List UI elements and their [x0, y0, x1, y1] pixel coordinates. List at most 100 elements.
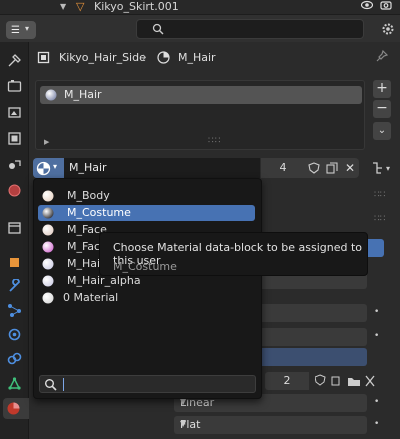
browse-material-menu: M_Body M_Costume M_Face M_Face M_Hair M_Hair_… [33, 178, 262, 399]
user-count[interactable]: 4 [261, 158, 305, 178]
tab-collection[interactable] [4, 217, 25, 238]
collection-icon [8, 222, 21, 234]
tool-icon [8, 54, 21, 67]
material-menu-item[interactable]: M_Body [38, 188, 255, 204]
view-layer-icon [8, 132, 21, 145]
material-menu-label: M_Body [67, 189, 110, 202]
pin-icon[interactable] [375, 49, 389, 63]
chevron-down-icon: ▾ [53, 162, 58, 171]
keyframe-dot-icon[interactable]: • [374, 331, 379, 341]
panel-grip-icon: ∷∷ [374, 190, 386, 200]
bg-dropdown[interactable] [259, 304, 367, 322]
search-icon [45, 379, 57, 391]
render-icon [7, 80, 22, 92]
properties-search-input[interactable] [136, 19, 364, 39]
material-menu-item[interactable]: M_Costume [38, 205, 255, 221]
wrench-icon [9, 279, 20, 292]
mesh-object-icon: ▽ [76, 0, 85, 13]
keyframe-dot-icon[interactable]: • [374, 397, 379, 407]
scene-icon [9, 160, 21, 169]
material-ball-icon [42, 241, 54, 253]
material-menu-label: M_Costume [67, 206, 131, 219]
breadcrumb: Kikyo_Hair_Side › M_Hair [29, 42, 400, 72]
unlink-material-button[interactable]: ✕ [341, 158, 359, 178]
expand-triangle-icon[interactable]: ▶ [44, 138, 49, 146]
slot-specials-button[interactable]: ⌄ [373, 122, 391, 140]
add-slot-button[interactable]: + [373, 80, 391, 98]
chevron-down-icon: ▾ [25, 24, 30, 33]
bg-highlighted-field[interactable] [259, 348, 367, 366]
material-menu-label: 0 Material [63, 291, 119, 304]
tab-output[interactable] [4, 102, 25, 123]
tab-particles[interactable] [4, 300, 25, 321]
svg-text:▾: ▾ [386, 164, 390, 173]
material-icon [7, 402, 20, 415]
tab-constraints[interactable] [4, 348, 25, 369]
shield-icon [308, 162, 320, 174]
duplicate-material-button[interactable] [323, 158, 341, 178]
tab-render[interactable] [4, 76, 25, 97]
material-icon [157, 51, 170, 64]
tab-world[interactable] [4, 180, 25, 201]
material-name-field[interactable]: M_Hair [64, 158, 260, 178]
particles-icon [8, 304, 21, 317]
tab-view-layer[interactable] [4, 128, 25, 149]
material-ball-icon [42, 292, 54, 304]
outliner-object-name[interactable]: Kikyo_Skirt.001 [94, 0, 179, 13]
tooltip-value: M_Costume [113, 260, 177, 273]
bg-dropdown[interactable] [259, 328, 367, 346]
material-ball-icon [42, 224, 54, 236]
tab-data[interactable] [4, 373, 25, 394]
material-browse-icon [36, 161, 51, 176]
resize-grip-icon[interactable]: ∷∷ [208, 136, 221, 146]
browse-material-button[interactable]: ▾ [33, 158, 64, 178]
material-ball-icon [42, 275, 54, 287]
tab-scene[interactable] [4, 154, 25, 175]
material-name-value: M_Hair [69, 161, 107, 174]
editor-type-button[interactable]: ☰ ▾ [6, 21, 36, 39]
constraints-icon [7, 352, 22, 365]
mesh-data-icon [8, 377, 21, 390]
breadcrumb-separator-icon: › [142, 50, 147, 64]
text-caret [63, 378, 64, 391]
duplicate-icon [326, 162, 338, 174]
image-datablock-icons[interactable] [315, 374, 375, 388]
material-ball-icon [42, 258, 54, 270]
chevron-down-icon: ▼ [180, 419, 187, 428]
material-slot-list[interactable]: M_Hair ▶ ∷∷ [35, 80, 365, 150]
gear-icon [382, 23, 394, 35]
tab-material[interactable] [3, 398, 29, 419]
material-ball-icon [42, 207, 54, 219]
search-icon [152, 23, 164, 35]
breadcrumb-object: Kikyo_Hair_Side [59, 51, 146, 64]
tab-physics[interactable] [4, 324, 25, 345]
breadcrumb-material: M_Hair [178, 51, 216, 64]
remove-slot-button[interactable]: − [373, 100, 391, 118]
world-icon [8, 184, 21, 197]
keyframe-dot-icon[interactable]: • [374, 419, 379, 429]
image-user-count[interactable]: 2 [265, 372, 309, 390]
keyframe-dot-icon[interactable]: • [374, 307, 379, 317]
tooltip: Choose Material data-block to be assigne… [99, 232, 368, 276]
projection-dropdown[interactable]: Flat ▼ [174, 416, 367, 434]
outliner-row[interactable]: ▼ ▽ Kikyo_Skirt.001 [0, 0, 400, 14]
render-camera-icon[interactable] [380, 0, 392, 14]
node-tree-dropdown-button[interactable]: ▾ [369, 158, 399, 178]
node-tree-icon: ▾ [373, 162, 390, 174]
material-ball-icon [45, 89, 57, 101]
object-mesh-icon [37, 51, 50, 64]
expand-triangle-icon[interactable]: ▼ [60, 2, 66, 11]
visibility-eye-icon[interactable] [360, 0, 374, 11]
material-ball-icon [42, 190, 54, 202]
fake-user-button[interactable] [305, 158, 323, 178]
physics-icon [8, 328, 21, 341]
menu-search-input[interactable] [39, 375, 256, 393]
tab-tool[interactable] [4, 50, 25, 71]
tab-object[interactable] [4, 252, 25, 273]
properties-editor-icon: ☰ [11, 25, 20, 36]
tab-modifiers[interactable] [4, 276, 25, 297]
options-gear-button[interactable] [378, 19, 398, 39]
material-menu-item[interactable]: 0 Material [38, 290, 255, 306]
material-datablock-row: ▾ M_Hair 4 ✕ ▾ [33, 156, 395, 178]
material-slot-item[interactable]: M_Hair [40, 86, 362, 104]
